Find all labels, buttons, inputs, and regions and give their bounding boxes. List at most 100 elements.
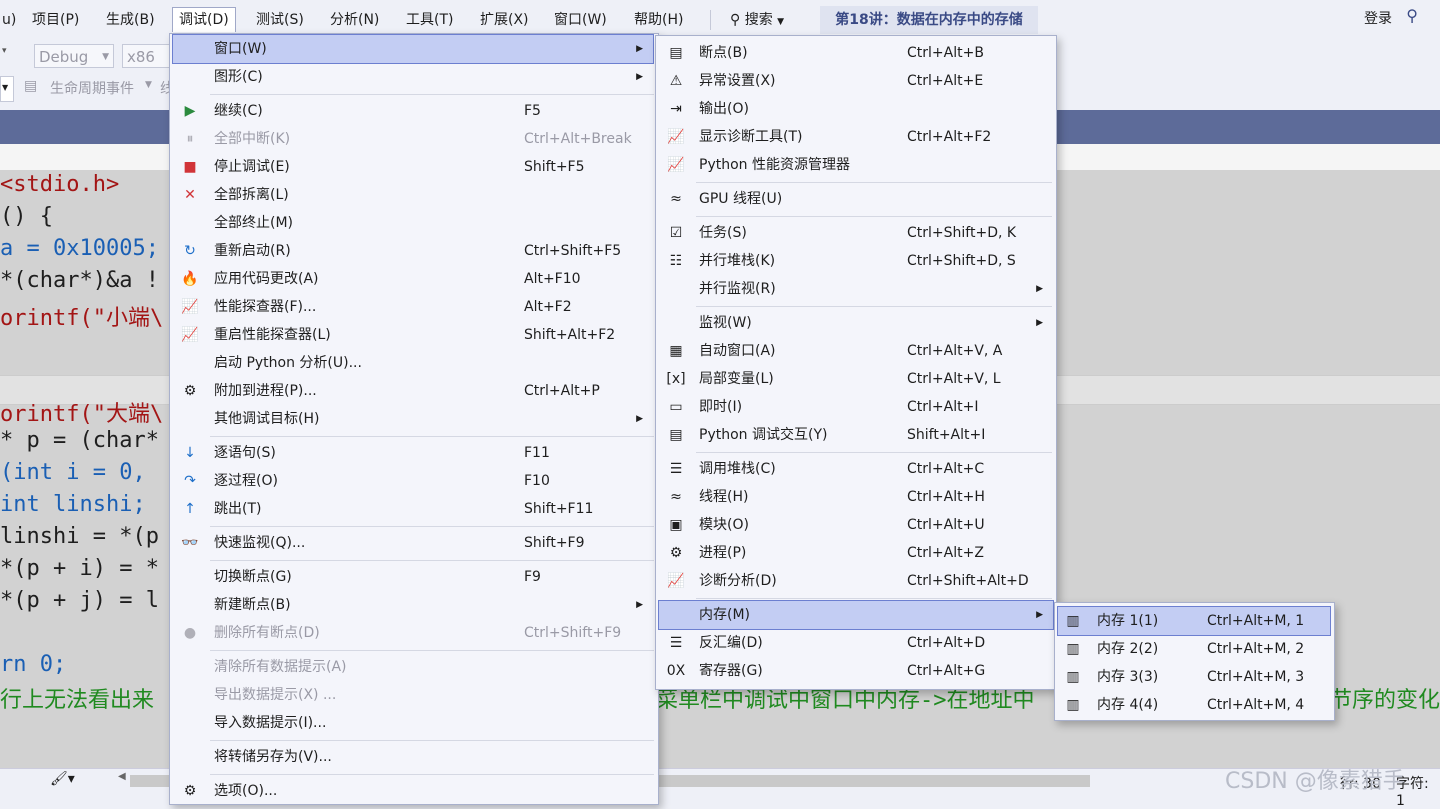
submenu-arrow-icon: ▶ bbox=[636, 72, 643, 82]
menu-item[interactable]: ▤ Python 调试交互(Y) Shift+Alt+I bbox=[659, 421, 1053, 449]
menu-item-icon: ☷ bbox=[669, 253, 683, 269]
search-button[interactable]: ⚲ 搜索 ▼ bbox=[724, 8, 790, 32]
config-combo[interactable]: Debug ▼ bbox=[34, 44, 114, 68]
menu-item[interactable]: ↷ 逐过程(O) F10 bbox=[173, 467, 653, 495]
platform-combo[interactable]: x86 bbox=[122, 44, 170, 68]
menu-item[interactable]: 将转储另存为(V)... bbox=[173, 743, 653, 771]
menu-item[interactable]: ▥ 内存 3(3) Ctrl+Alt+M, 3 bbox=[1058, 663, 1330, 691]
menu-item-icon: ▭ bbox=[669, 399, 683, 415]
menu-item[interactable]: 导入数据提示(I)... bbox=[173, 709, 653, 737]
menu-item-shortcut: Ctrl+Alt+F2 bbox=[907, 129, 992, 145]
menu-item[interactable]: 切换断点(G) F9 bbox=[173, 563, 653, 591]
scroll-left-icon[interactable]: ◀ bbox=[118, 771, 126, 782]
menu-item: ⏸ 全部中断(K) Ctrl+Alt+Break bbox=[173, 125, 653, 153]
menu-item[interactable]: ↻ 重新启动(R) Ctrl+Shift+F5 bbox=[173, 237, 653, 265]
menu-item[interactable]: ≈ 线程(H) Ctrl+Alt+H bbox=[659, 483, 1053, 511]
menu-item[interactable]: 并行监视(R) ▶ bbox=[659, 275, 1053, 303]
menu-item[interactable]: ▶ 继续(C) F5 bbox=[173, 97, 653, 125]
menu-item[interactable]: ☰ 调用堆栈(C) Ctrl+Alt+C bbox=[659, 455, 1053, 483]
menu-item-label: 全部终止(M) bbox=[214, 215, 294, 231]
menu-item[interactable]: 新建断点(B) ▶ bbox=[173, 591, 653, 619]
menu-item-label: 导出数据提示(X) ... bbox=[214, 687, 337, 703]
menu-item-label: 内存 1(1) bbox=[1097, 613, 1159, 629]
menu-item[interactable]: 其他调试目标(H) ▶ bbox=[173, 405, 653, 433]
menu-item[interactable]: 👓 快速监视(Q)... Shift+F9 bbox=[173, 529, 653, 557]
menu-item-label: 监视(W) bbox=[699, 315, 752, 331]
menu-item[interactable]: 📈 重启性能探查器(L) Shift+Alt+F2 bbox=[173, 321, 653, 349]
menu-item-label: 进程(P) bbox=[699, 545, 747, 561]
menu-item-shortcut: F5 bbox=[524, 103, 541, 119]
menu-debug[interactable]: 调试(D) bbox=[172, 7, 236, 32]
login-button[interactable]: 登录 bbox=[1364, 8, 1392, 28]
chevron-down-icon[interactable]: ▾ bbox=[2, 46, 7, 56]
menu-item-label: 快速监视(Q)... bbox=[214, 535, 306, 551]
menu-build[interactable]: 生成(B) bbox=[100, 8, 161, 32]
lifecycle-events[interactable]: 生命周期事件 bbox=[50, 78, 134, 98]
menu-item[interactable]: ▣ 模块(O) Ctrl+Alt+U bbox=[659, 511, 1053, 539]
menu-item-label: 局部变量(L) bbox=[699, 371, 774, 387]
menu-item-shortcut: Ctrl+Alt+D bbox=[907, 635, 986, 651]
submenu-arrow-icon: ▶ bbox=[636, 414, 643, 424]
menu-item-label: 窗口(W) bbox=[214, 41, 267, 57]
memory-submenu: ▥ 内存 1(1) Ctrl+Alt+M, 1 ▥ 内存 2(2) Ctrl+Alt+M,… bbox=[1054, 602, 1335, 721]
menu-item[interactable]: [x] 局部变量(L) Ctrl+Alt+V, L bbox=[659, 365, 1053, 393]
menu-item[interactable]: ↑ 跳出(T) Shift+F11 bbox=[173, 495, 653, 523]
menu-item[interactable]: ☰ 反汇编(D) Ctrl+Alt+D bbox=[659, 629, 1053, 657]
menu-test[interactable]: 测试(S) bbox=[250, 8, 310, 32]
menu-item[interactable]: ↓ 逐语句(S) F11 bbox=[173, 439, 653, 467]
menu-help[interactable]: 帮助(H) bbox=[628, 8, 689, 32]
menu-item[interactable]: 0X 寄存器(G) Ctrl+Alt+G bbox=[659, 657, 1053, 685]
menu-extensions[interactable]: 扩展(X) bbox=[474, 8, 535, 32]
menu-item[interactable]: ▥ 内存 4(4) Ctrl+Alt+M, 4 bbox=[1058, 691, 1330, 719]
menu-analyze[interactable]: 分析(N) bbox=[324, 8, 385, 32]
menu-project[interactable]: 项目(P) bbox=[26, 8, 85, 32]
menu-item-icon: ▥ bbox=[1066, 669, 1080, 685]
menu-item[interactable]: 内存(M) ▶ bbox=[658, 600, 1054, 630]
menu-item-label: 寄存器(G) bbox=[699, 663, 763, 679]
menu-item-label: 并行监视(R) bbox=[699, 281, 776, 297]
menu-tools[interactable]: 工具(T) bbox=[400, 8, 459, 32]
menu-item[interactable]: 📈 显示诊断工具(T) Ctrl+Alt+F2 bbox=[659, 123, 1053, 151]
menu-item[interactable]: ⚙ 附加到进程(P)... Ctrl+Alt+P bbox=[173, 377, 653, 405]
menu-item[interactable]: 监视(W) ▶ bbox=[659, 309, 1053, 337]
menu-item[interactable]: 📈 性能探查器(F)... Alt+F2 bbox=[173, 293, 653, 321]
menu-item[interactable]: 窗口(W) ▶ bbox=[172, 34, 654, 64]
person-icon[interactable]: ⚲ bbox=[1406, 6, 1418, 25]
menu-partial[interactable]: u) bbox=[0, 8, 22, 32]
menu-window[interactable]: 窗口(W) bbox=[548, 8, 613, 32]
menu-item[interactable]: ⇥ 输出(O) bbox=[659, 95, 1053, 123]
menu-item-label: 清除所有数据提示(A) bbox=[214, 659, 347, 675]
menu-item-icon: 📈 bbox=[667, 157, 685, 173]
menu-item[interactable]: ■ 停止调试(E) Shift+F5 bbox=[173, 153, 653, 181]
menu-item[interactable]: ⚠ 异常设置(X) Ctrl+Alt+E bbox=[659, 67, 1053, 95]
code-line: () { bbox=[0, 204, 53, 229]
menu-item[interactable]: 📈 Python 性能资源管理器 bbox=[659, 151, 1053, 179]
menu-item-shortcut: Ctrl+Shift+Alt+D bbox=[907, 573, 1029, 589]
brush-icon[interactable]: 🖌▾ bbox=[50, 771, 75, 787]
menu-item-label: 全部拆离(L) bbox=[214, 187, 289, 203]
menu-item[interactable]: 启动 Python 分析(U)... bbox=[173, 349, 653, 377]
menu-item-shortcut: Alt+F2 bbox=[524, 299, 572, 315]
menu-item-shortcut: Ctrl+Alt+M, 2 bbox=[1207, 641, 1305, 657]
menu-item[interactable]: ⚙ 进程(P) Ctrl+Alt+Z bbox=[659, 539, 1053, 567]
menu-item[interactable]: ▥ 内存 2(2) Ctrl+Alt+M, 2 bbox=[1058, 635, 1330, 663]
menu-item[interactable]: 全部终止(M) bbox=[173, 209, 653, 237]
window-submenu: ▤ 断点(B) Ctrl+Alt+B ⚠ 异常设置(X) Ctrl+Alt+E ⇥ 输出(O)… bbox=[655, 35, 1057, 690]
menu-item[interactable]: ⚙ 选项(O)... bbox=[173, 777, 653, 805]
menu-item[interactable]: ☑ 任务(S) Ctrl+Shift+D, K bbox=[659, 219, 1053, 247]
menu-divider bbox=[710, 10, 711, 30]
menu-item[interactable]: ✕ 全部拆离(L) bbox=[173, 181, 653, 209]
menu-item[interactable]: ▥ 内存 1(1) Ctrl+Alt+M, 1 bbox=[1057, 606, 1331, 636]
menu-item-label: 重启性能探查器(L) bbox=[214, 327, 331, 343]
menu-item[interactable]: ▭ 即时(I) Ctrl+Alt+I bbox=[659, 393, 1053, 421]
menu-item[interactable]: ▤ 断点(B) Ctrl+Alt+B bbox=[659, 39, 1053, 67]
menu-item[interactable]: ≈ GPU 线程(U) bbox=[659, 185, 1053, 213]
process-combo[interactable]: ▼ bbox=[0, 76, 14, 102]
menu-item[interactable]: 📈 诊断分析(D) Ctrl+Shift+Alt+D bbox=[659, 567, 1053, 595]
menu-item[interactable]: ▦ 自动窗口(A) Ctrl+Alt+V, A bbox=[659, 337, 1053, 365]
submenu-arrow-icon: ▶ bbox=[636, 44, 643, 54]
menu-item-icon: ⇥ bbox=[670, 101, 682, 117]
menu-item[interactable]: 🔥 应用代码更改(A) Alt+F10 bbox=[173, 265, 653, 293]
menu-item[interactable]: ☷ 并行堆栈(K) Ctrl+Shift+D, S bbox=[659, 247, 1053, 275]
menu-item[interactable]: 图形(C) ▶ bbox=[173, 63, 653, 91]
